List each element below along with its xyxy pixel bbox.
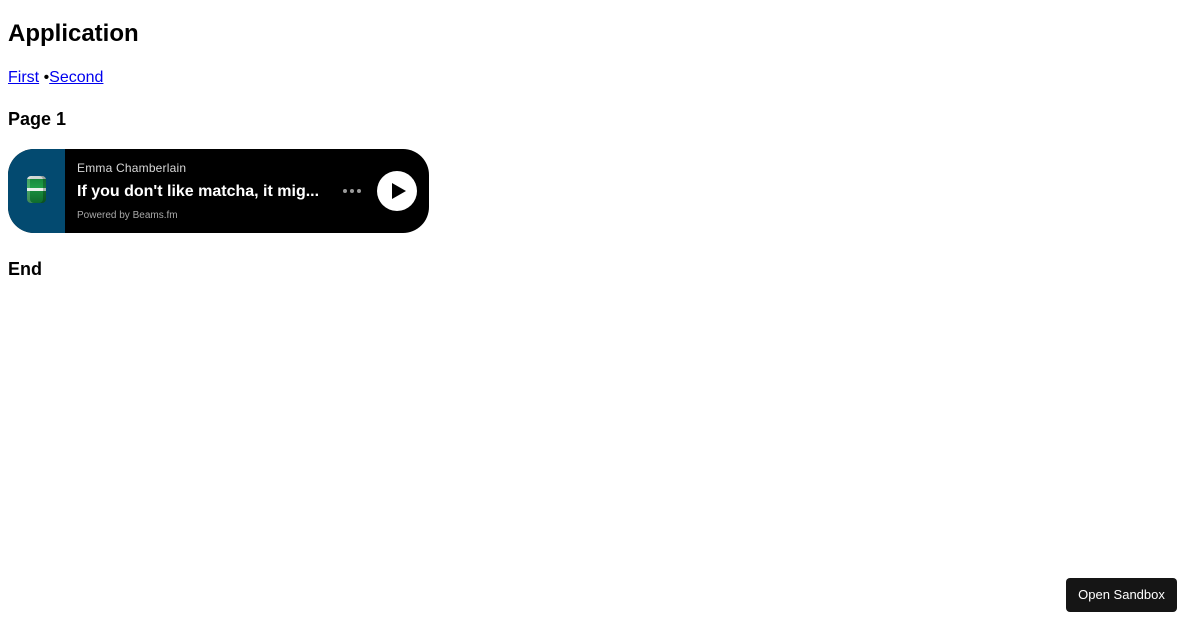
nav-links: First •Second xyxy=(8,68,103,88)
podcast-player: Emma Chamberlain If you don't like match… xyxy=(8,149,429,233)
page-title: Page 1 xyxy=(8,109,67,129)
play-icon xyxy=(392,183,406,199)
player-episode-title: If you don't like matcha, it mig... xyxy=(77,183,320,200)
app-title: Application xyxy=(8,20,139,47)
nav-link-first[interactable]: First xyxy=(8,69,39,86)
more-dot xyxy=(357,189,361,193)
play-button[interactable] xyxy=(377,171,417,211)
end-heading: End xyxy=(8,259,42,279)
episode-artwork xyxy=(8,149,65,233)
more-dots-icon xyxy=(343,189,347,193)
player-artist: Emma Chamberlain xyxy=(77,161,187,175)
more-dot xyxy=(350,189,354,193)
matcha-can-icon xyxy=(27,176,46,203)
player-powered-by: Powered by Beams.fm xyxy=(77,210,178,221)
open-sandbox-button[interactable]: Open Sandbox xyxy=(1066,578,1177,612)
nav-link-second[interactable]: Second xyxy=(49,69,103,86)
more-options-button[interactable] xyxy=(339,181,365,201)
